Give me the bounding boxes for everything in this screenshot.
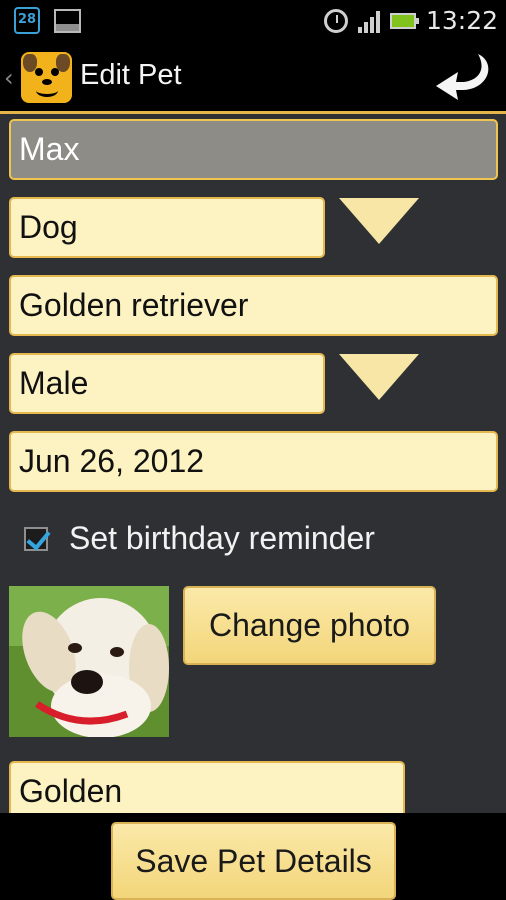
gallery-notification-icon <box>54 9 81 33</box>
calendar-notification-icon: 28 <box>14 7 40 34</box>
change-photo-button[interactable]: Change photo <box>183 586 436 665</box>
species-spinner[interactable]: Dog <box>9 197 325 258</box>
pet-photo <box>9 586 169 737</box>
status-bar: 28 13:22 <box>0 0 506 42</box>
up-navigation-icon[interactable]: ‹ <box>4 64 14 92</box>
birthday-reminder-label[interactable]: Set birthday reminder <box>69 520 375 557</box>
species-dropdown-arrow-icon[interactable] <box>339 198 419 244</box>
birthday-reminder-checkbox[interactable] <box>24 527 48 551</box>
app-logo-icon[interactable] <box>21 52 72 103</box>
sex-dropdown-arrow-icon[interactable] <box>339 354 419 400</box>
clock: 13:22 <box>425 6 498 35</box>
screen-title: Edit Pet <box>80 59 182 91</box>
action-bar: ‹ Edit Pet <box>0 42 506 114</box>
pet-name-input[interactable]: Max <box>9 119 498 180</box>
signal-icon <box>357 9 380 33</box>
sex-spinner[interactable]: Male <box>9 353 325 414</box>
back-arrow-icon[interactable] <box>434 50 492 104</box>
battery-icon <box>389 12 419 29</box>
save-pet-details-button[interactable]: Save Pet Details <box>111 822 396 900</box>
alarm-icon <box>323 8 348 33</box>
birthday-date-field[interactable]: Jun 26, 2012 <box>9 431 498 492</box>
breed-input[interactable]: Golden retriever <box>9 275 498 336</box>
